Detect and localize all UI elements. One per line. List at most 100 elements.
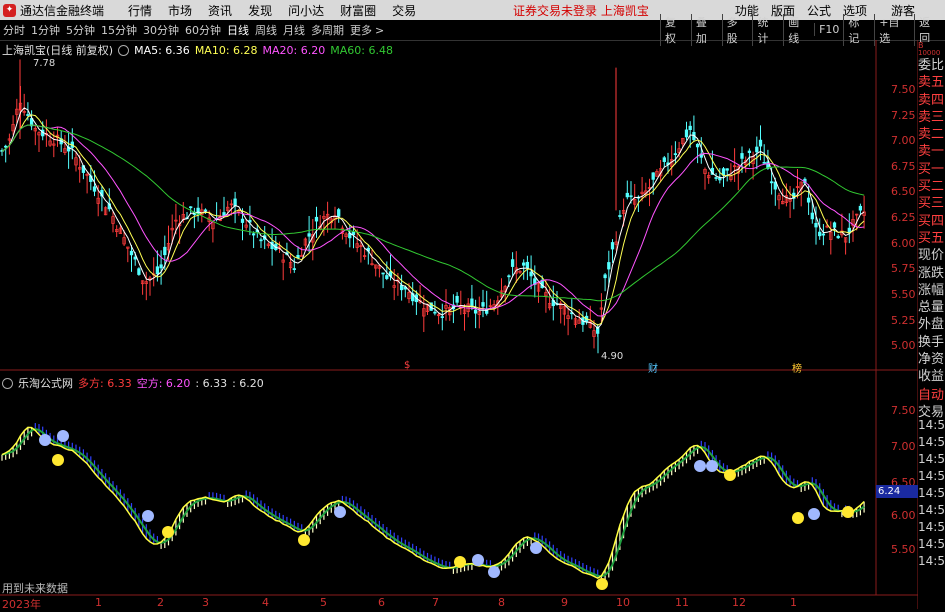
- candle-body: [603, 274, 607, 279]
- candle-body: [137, 268, 141, 275]
- sidebar-outer: 外盘: [918, 317, 945, 333]
- candle-body: [684, 129, 689, 138]
- candle-body: [159, 264, 163, 269]
- candle-body: [607, 262, 611, 270]
- x-tick: 2023年: [2, 598, 41, 611]
- candle-body: [385, 275, 389, 279]
- kline-chart-canvas[interactable]: [0, 0, 918, 609]
- candle-body: [625, 192, 629, 198]
- y-tick: 5.75: [891, 262, 916, 275]
- candle-body: [821, 233, 826, 236]
- y-tick: 6.00: [891, 237, 916, 250]
- candle-body: [858, 205, 863, 211]
- sidebar-top-a: B: [918, 42, 924, 50]
- value1-label: : 6.33: [195, 376, 228, 390]
- candle-body: [507, 275, 511, 278]
- y-tick: 6.75: [891, 160, 916, 173]
- candle-body: [163, 246, 167, 256]
- x-tick: 12: [732, 596, 746, 609]
- sidebar-sell2: 卖二: [918, 127, 945, 143]
- tick-time: 14:56: [918, 537, 945, 551]
- low-price-label: 4.90: [601, 351, 624, 362]
- sidebar-auto[interactable]: 自动: [918, 384, 945, 403]
- sell-smiley-icon: [488, 566, 500, 578]
- candle-body: [529, 271, 533, 277]
- tick-time: 14:56: [918, 469, 945, 483]
- sidebar-sell3: 卖三: [918, 109, 945, 125]
- buy-smiley-icon: [454, 556, 466, 568]
- candle-body: [300, 255, 304, 257]
- marker-bang[interactable]: 榜: [792, 360, 802, 375]
- candle-body: [618, 215, 622, 217]
- sub-y-tick: 5.50: [891, 543, 916, 556]
- y-tick: 6.25: [891, 211, 916, 224]
- x-tick: 7: [432, 596, 439, 609]
- x-tick: 10: [616, 596, 630, 609]
- sidebar-sell4: 卖四: [918, 92, 945, 108]
- sidebar-volume: 总量: [918, 300, 945, 316]
- high-price-label: 7.78: [33, 58, 56, 69]
- x-tick: 4: [262, 596, 269, 609]
- candle-body: [832, 222, 837, 228]
- candle-body: [455, 295, 459, 303]
- marker-cai[interactable]: 财: [648, 360, 658, 375]
- buy-smiley-icon: [52, 454, 64, 466]
- candle-body: [818, 231, 822, 237]
- stock-name: 上海凯宝(日线 前复权): [2, 44, 114, 57]
- duo-label: 多方: 6.33: [78, 377, 132, 390]
- x-tick: 1: [790, 596, 797, 609]
- sell-smiley-icon: [142, 510, 154, 522]
- ma5-line: [1, 107, 865, 330]
- candle-body: [189, 206, 193, 209]
- btn-fanhui[interactable]: 返回: [914, 13, 945, 46]
- candle-body: [755, 146, 759, 153]
- sidebar-change-pct: 涨幅: [918, 282, 945, 298]
- candle-body: [758, 139, 763, 147]
- x-tick: 9: [561, 596, 568, 609]
- trade-sidebar: 自动 交易 14:56 14:56 14:56 14:56 14:56 14:5…: [918, 384, 945, 571]
- candle-body: [762, 161, 766, 164]
- sell-smiley-icon: [706, 460, 718, 472]
- candle-body: [259, 239, 263, 242]
- candle-body: [470, 298, 474, 307]
- x-tick: 8: [498, 596, 505, 609]
- candle-body: [806, 197, 811, 203]
- candle-body: [433, 311, 437, 314]
- candle-body: [725, 168, 729, 171]
- settings-circle-icon[interactable]: [118, 44, 130, 56]
- candle-body: [510, 259, 515, 267]
- sell-smiley-icon: [808, 508, 820, 520]
- future-data-note: 用到未来数据: [2, 582, 68, 595]
- kong-line: [1, 427, 865, 578]
- candle-body: [351, 231, 356, 236]
- buy-smiley-icon: [162, 526, 174, 538]
- marker-s[interactable]: $: [404, 360, 410, 371]
- buy-smiley-icon: [298, 534, 310, 546]
- ma5-label: MA5: 6.36: [134, 43, 190, 57]
- candle-body: [662, 157, 666, 162]
- candle-body: [155, 266, 160, 275]
- current-price-tag: 6.24: [876, 485, 918, 498]
- candle-body: [440, 316, 444, 318]
- buy-smiley-icon: [792, 512, 804, 524]
- candle-body: [133, 256, 137, 260]
- sidebar-top-b: 10000: [918, 50, 941, 57]
- x-tick: 6: [378, 596, 385, 609]
- candle-body: [292, 268, 296, 270]
- y-tick: 7.50: [891, 83, 916, 96]
- kong-label: 空方: 6.20: [136, 377, 191, 390]
- x-tick: 5: [320, 596, 327, 609]
- candle-body: [381, 272, 385, 275]
- sidebar-trade[interactable]: 交易: [918, 401, 945, 420]
- candle-body: [337, 209, 341, 217]
- sidebar-weibi: 委比: [918, 58, 945, 73]
- x-tick: 2: [157, 596, 164, 609]
- main-legend: 上海凯宝(日线 前复权) MA5: 6.36 MA10: 6.28 MA20: …: [2, 42, 393, 58]
- sell-smiley-icon: [472, 554, 484, 566]
- settings-circle-icon[interactable]: [2, 377, 13, 389]
- y-tick: 7.00: [891, 134, 916, 147]
- ma10-label: MA10: 6.28: [194, 43, 258, 57]
- y-tick: 5.50: [891, 288, 916, 301]
- candle-body: [399, 284, 404, 291]
- tick-time: 14:56: [918, 486, 945, 500]
